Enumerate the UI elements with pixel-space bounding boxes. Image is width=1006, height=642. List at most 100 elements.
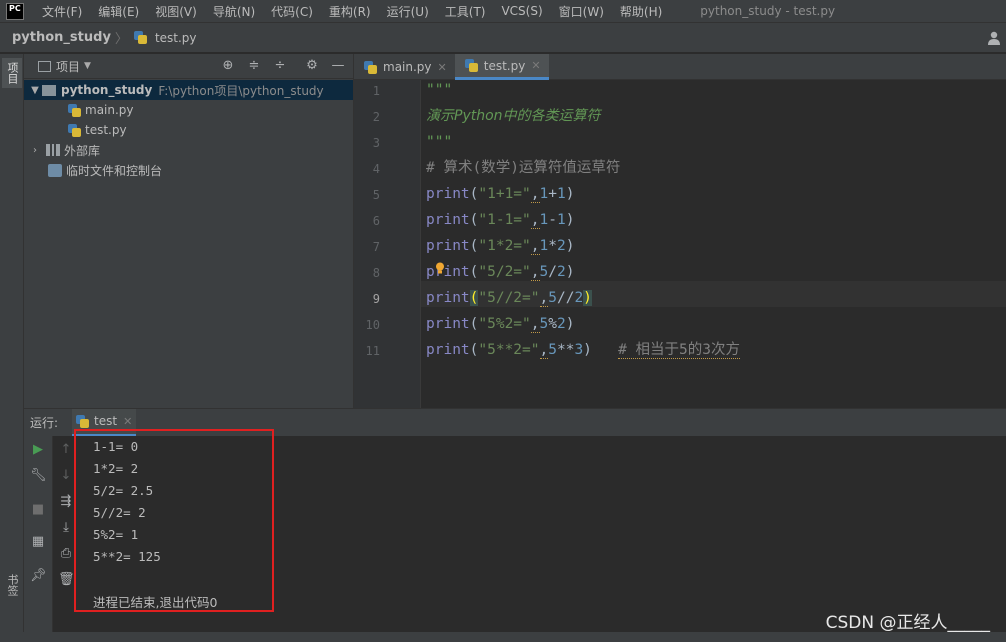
breadcrumb: python_study 〉 test.py	[0, 22, 1006, 53]
run-toolbar-primary: ▶ 🔧︎ ■ ▦ 📌︎	[24, 436, 52, 642]
trash-icon[interactable]: 🗑︎	[58, 572, 75, 588]
arrow-down-icon[interactable]: ↓	[58, 468, 74, 484]
project-tree: ▼ python_study F:\python项目\python_study …	[24, 79, 353, 180]
code-editor: main.py ✕ test.py ✕ 1 2 3 4 5 6 7 8 9 10…	[353, 54, 1006, 408]
menu-window[interactable]: 窗口(W)	[551, 3, 612, 20]
line-number: 10	[365, 318, 380, 332]
code-line-7: print("1*2=",1*2)	[426, 238, 575, 255]
chevron-down-icon[interactable]: ▼	[84, 61, 91, 71]
soft-wrap-icon[interactable]: ⇶	[58, 494, 74, 510]
close-icon[interactable]: ✕	[123, 415, 132, 428]
bottom-tool-strip	[0, 632, 1006, 642]
line-number: 8	[372, 266, 380, 280]
scratch-console-icon	[48, 163, 62, 177]
menu-view[interactable]: 视图(V)	[147, 3, 205, 20]
locate-icon[interactable]: ⊕	[220, 58, 236, 74]
line-number: 1	[372, 84, 380, 98]
line-number: 3	[372, 136, 380, 150]
python-file-icon	[68, 103, 81, 117]
chevron-right-icon: 〉	[114, 32, 128, 47]
chevron-right-icon[interactable]: ›	[28, 145, 42, 156]
pycharm-logo-icon: PC	[6, 2, 24, 20]
line-number: 11	[365, 344, 380, 358]
line-number-current: 9	[372, 292, 380, 306]
tool-tab-bookmarks[interactable]: 书签	[2, 574, 22, 596]
tree-item-label: 临时文件和控制台	[66, 163, 163, 178]
menu-vcs[interactable]: VCS(S)	[493, 4, 550, 18]
tab-test-py[interactable]: test.py ✕	[454, 54, 549, 80]
tree-item-scratches[interactable]: 临时文件和控制台	[24, 160, 353, 180]
code-line-10: print("5%2=",5%2)	[426, 316, 575, 333]
pin-icon[interactable]: 📌︎	[30, 568, 47, 584]
window-title: python_study - test.py	[700, 4, 836, 18]
close-icon[interactable]: ✕	[438, 61, 447, 74]
code-line-1: """	[426, 82, 453, 98]
expand-all-icon[interactable]: ≑	[246, 58, 262, 74]
python-file-icon	[364, 60, 377, 74]
line-number-gutter: 1 2 3 4 5 6 7 8 9 10 11	[354, 80, 420, 408]
tree-item-label: main.py	[85, 103, 134, 117]
code-line-3: """	[426, 134, 453, 150]
project-panel-title[interactable]: 项目	[56, 58, 80, 75]
gear-icon[interactable]: ⚙	[304, 58, 320, 74]
project-panel: 项目 ▼ ⊕ ≑ ÷ ⚙ — ▼ python_study F:\python项…	[24, 54, 353, 408]
tree-item-label: test.py	[85, 123, 127, 137]
tool-tab-project[interactable]: 项目	[2, 58, 22, 88]
tree-item-main-py[interactable]: main.py	[24, 100, 353, 120]
menu-file[interactable]: 文件(F)	[34, 3, 90, 20]
python-file-icon	[133, 31, 147, 44]
tree-item-root-label: python_study	[61, 83, 153, 97]
code-line-11: print("5**2=",5**3) # 相当于5的3次方	[426, 342, 741, 359]
chevron-down-icon[interactable]: ▼	[28, 85, 42, 96]
line-number: 7	[372, 240, 380, 254]
layout-icon[interactable]: ▦	[30, 534, 46, 550]
scroll-to-end-icon[interactable]: ⤓	[58, 520, 74, 536]
code-area[interactable]: """ 演示Python中的各类运算符 """ # 算术(数学)运算符值运草符 …	[420, 80, 1006, 408]
menu-refactor[interactable]: 重构(R)	[321, 3, 379, 20]
project-view-icon	[38, 61, 51, 72]
code-line-4: # 算术(数学)运算符值运草符	[426, 160, 621, 176]
folder-icon	[42, 84, 56, 96]
library-icon	[46, 144, 60, 156]
tree-item-root-path: F:\python项目\python_study	[158, 83, 324, 98]
code-line-5: print("1+1=",1+1)	[426, 186, 575, 203]
code-line-6: print("1-1=",1-1)	[426, 212, 575, 229]
code-line-9: print("5//2=",5//2)	[426, 290, 592, 307]
tab-label: test.py	[483, 58, 526, 73]
menu-bar: PC 文件(F) 编辑(E) 视图(V) 导航(N) 代码(C) 重构(R) 运…	[0, 0, 1006, 22]
collapse-all-icon[interactable]: ÷	[272, 58, 288, 74]
wrench-icon[interactable]: 🔧︎	[30, 468, 47, 484]
line-number: 5	[372, 188, 380, 202]
project-toolbar: 项目 ▼ ⊕ ≑ ÷ ⚙ —	[24, 54, 353, 79]
breadcrumb-project[interactable]: python_study	[12, 30, 111, 45]
lightbulb-icon[interactable]	[435, 262, 445, 274]
code-line-2: 演示Python中的各类运算符	[426, 108, 601, 124]
menu-tools[interactable]: 工具(T)	[437, 3, 494, 20]
line-number: 6	[372, 214, 380, 228]
breadcrumb-file[interactable]: test.py	[155, 31, 197, 45]
tree-item-test-py[interactable]: test.py	[24, 120, 353, 140]
run-tab-label: test	[94, 414, 118, 428]
python-file-icon	[464, 59, 478, 72]
user-icon[interactable]	[986, 31, 1002, 45]
line-number: 2	[372, 110, 380, 124]
run-panel-title: 运行:	[30, 416, 59, 430]
rerun-icon[interactable]: ▶	[30, 442, 46, 458]
menu-navigate[interactable]: 导航(N)	[205, 3, 263, 20]
tab-label: main.py	[383, 60, 432, 74]
stop-icon[interactable]: ■	[30, 502, 46, 518]
hide-panel-icon[interactable]: —	[330, 58, 346, 74]
tree-item-root[interactable]: ▼ python_study F:\python项目\python_study	[24, 80, 353, 100]
tree-item-label: 外部库	[64, 143, 101, 158]
print-icon[interactable]: ⎙	[58, 546, 74, 562]
close-icon[interactable]: ✕	[531, 59, 540, 72]
menu-code[interactable]: 代码(C)	[263, 3, 321, 20]
tool-tab-bookmarks-label: 书签	[6, 574, 19, 596]
code-line-8: print("5/2=",5/2)	[426, 264, 575, 281]
python-file-icon	[76, 414, 90, 428]
tree-item-external-libs[interactable]: › 外部库	[24, 140, 353, 160]
arrow-up-icon[interactable]: ↑	[58, 442, 74, 458]
menu-run[interactable]: 运行(U)	[379, 3, 437, 20]
menu-edit[interactable]: 编辑(E)	[90, 3, 147, 20]
menu-help[interactable]: 帮助(H)	[612, 3, 670, 20]
